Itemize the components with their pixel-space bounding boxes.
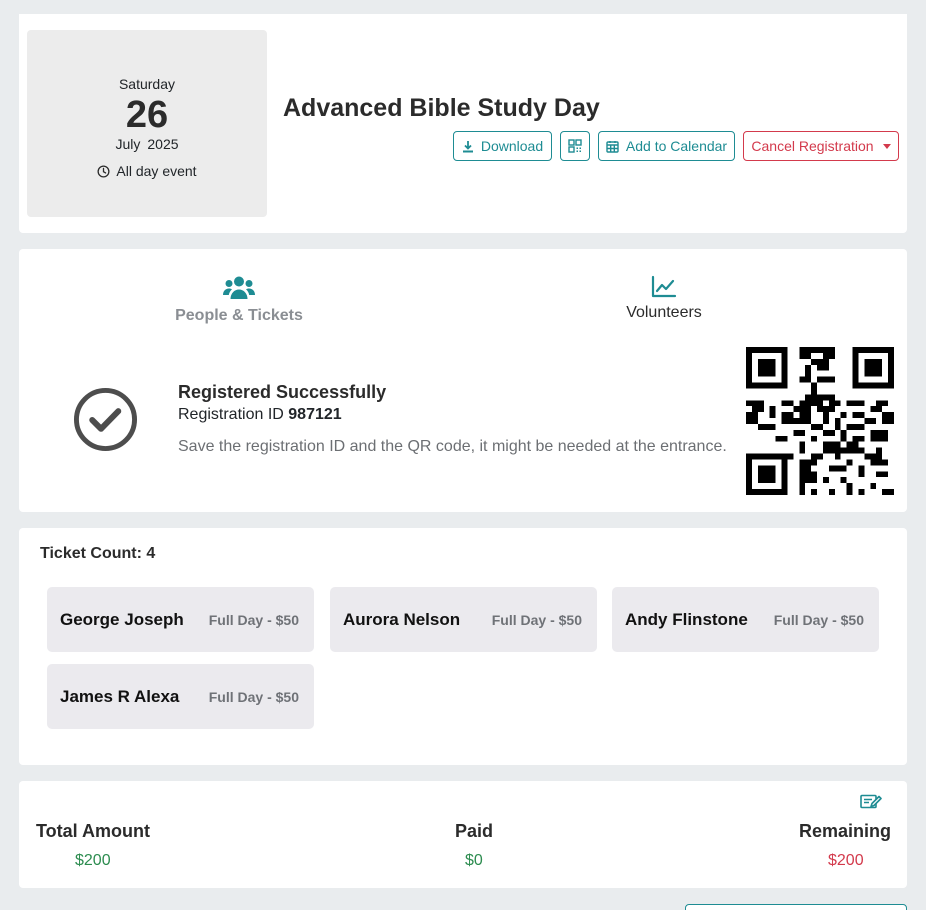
registration-id-line: Registration ID 987121 — [178, 406, 342, 424]
edit-icon[interactable] — [860, 794, 882, 810]
chart-line-icon — [651, 275, 677, 298]
users-icon — [223, 276, 255, 299]
registration-id-value: 987121 — [288, 406, 342, 423]
registration-card: People & Tickets Volunteers Registered S… — [19, 249, 907, 512]
event-month: July — [115, 136, 141, 152]
event-date-box: Saturday 26 July 2025 All day event — [27, 30, 267, 217]
registration-id-label: Registration ID — [178, 406, 284, 423]
qr-code-button[interactable] — [560, 131, 590, 161]
tickets-card: Ticket Count: 4 George Joseph Full Day -… — [19, 528, 907, 765]
event-title: Advanced Bible Study Day — [283, 94, 600, 122]
total-amount-label: Total Amount — [36, 821, 150, 841]
ticket-item: Aurora Nelson Full Day - $50 — [330, 587, 597, 652]
tab-people-tickets[interactable]: People & Tickets — [169, 275, 309, 325]
cancel-registration-dropdown[interactable]: Cancel Registration — [743, 131, 899, 161]
event-weekday: Saturday — [118, 76, 176, 92]
clock-icon — [97, 164, 110, 178]
download-button[interactable]: Download — [453, 131, 552, 161]
calendar-icon — [606, 140, 619, 153]
paid-label: Paid — [455, 821, 494, 841]
ticket-holder-name: Andy Flinstone — [625, 609, 748, 629]
add-to-calendar-label: Add to Calendar — [625, 138, 728, 154]
qr-code-image — [746, 347, 894, 495]
total-amount-value: $200 — [75, 852, 111, 869]
remaining-label: Remaining — [799, 821, 892, 841]
cancel-registration-label: Cancel Registration — [751, 138, 874, 154]
ticket-type-price: Full Day - $50 — [208, 688, 299, 705]
ticket-holder-name: Aurora Nelson — [343, 609, 461, 629]
remaining-value: $200 — [828, 852, 864, 869]
caret-down-icon — [882, 143, 891, 149]
event-all-day: All day event — [27, 163, 267, 179]
tab-people-label: People & Tickets — [175, 307, 303, 324]
event-month-year: July 2025 — [27, 136, 267, 152]
ticket-item: James R Alexa Full Day - $50 — [47, 664, 314, 729]
bottom-action-button[interactable] — [685, 904, 907, 910]
registration-note: Save the registration ID and the QR code… — [178, 438, 727, 455]
add-to-calendar-button[interactable]: Add to Calendar — [598, 131, 735, 161]
ticket-item: George Joseph Full Day - $50 — [47, 587, 314, 652]
ticket-count: Ticket Count: 4 — [40, 545, 156, 562]
download-label: Download — [480, 138, 544, 154]
event-header-card: Saturday 26 July 2025 All day event Advan… — [19, 14, 907, 233]
download-icon — [462, 140, 473, 152]
paid-value: $0 — [465, 852, 483, 869]
tab-volunteers-label: Volunteers — [626, 304, 702, 321]
ticket-type-price: Full Day - $50 — [208, 611, 299, 628]
qr-code-icon — [568, 139, 582, 153]
payment-summary-card: Total Amount $200 Paid $0 Remaining $200 — [19, 781, 907, 888]
check-circle-icon — [73, 387, 138, 452]
registration-status-title: Registered Successfully — [178, 382, 387, 402]
tab-volunteers[interactable]: Volunteers — [609, 275, 719, 322]
ticket-type-price: Full Day - $50 — [491, 611, 582, 628]
event-day-number: 26 — [125, 94, 169, 136]
ticket-holder-name: George Joseph — [60, 609, 184, 629]
all-day-label: All day event — [116, 163, 197, 179]
ticket-type-price: Full Day - $50 — [773, 611, 864, 628]
event-year: 2025 — [147, 136, 179, 152]
ticket-item: Andy Flinstone Full Day - $50 — [612, 587, 879, 652]
ticket-holder-name: James R Alexa — [60, 686, 180, 706]
